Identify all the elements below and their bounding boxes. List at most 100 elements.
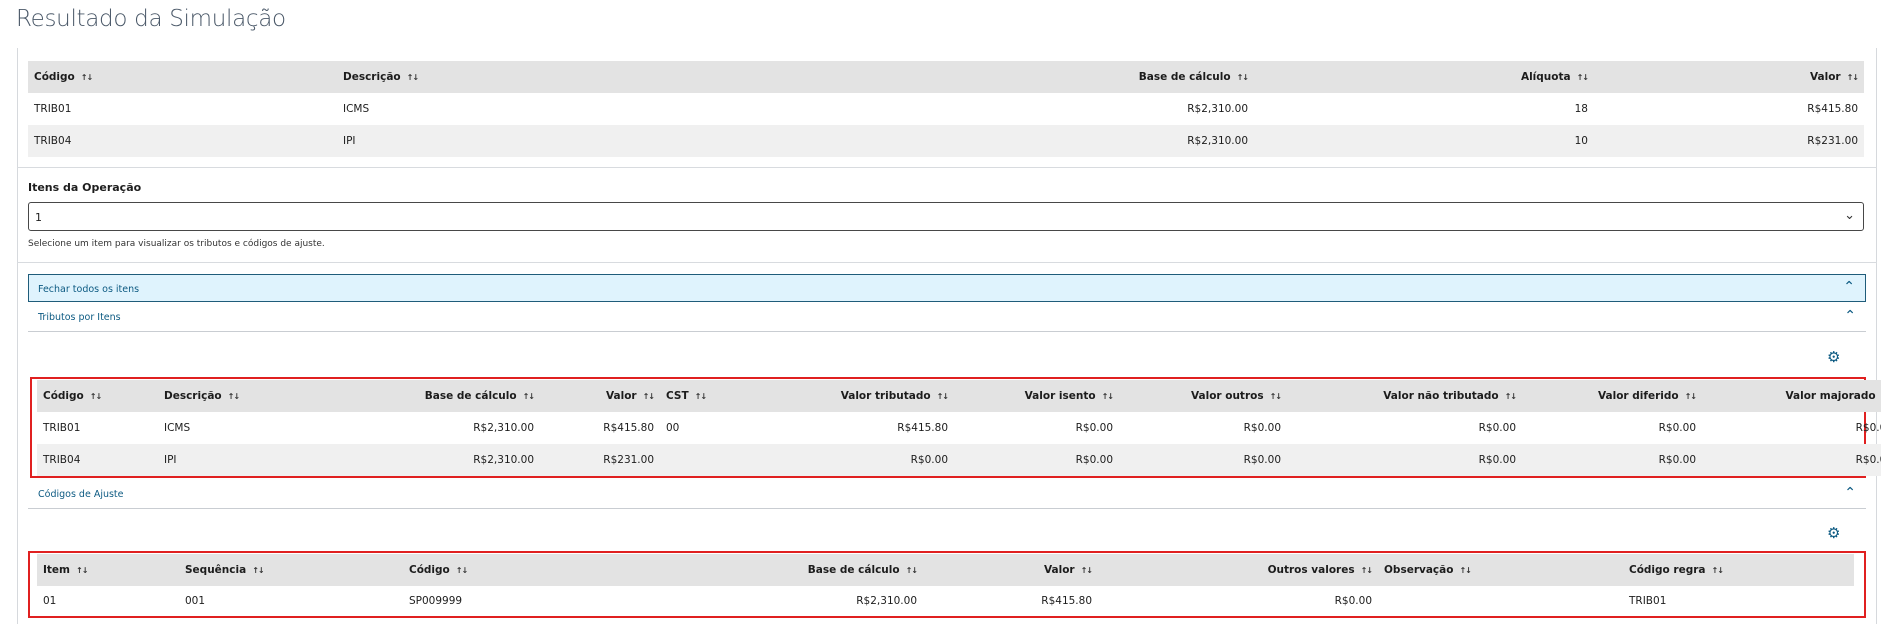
cell-codigo-regra: TRIB01 (1629, 595, 1667, 607)
sort-icon[interactable]: ↑↓ (1459, 566, 1471, 575)
sort-icon[interactable]: ↑↓ (1081, 566, 1093, 575)
cell-valor-majorado: R$0.00 (1702, 444, 1881, 476)
col-aliquota-header[interactable]: Alíquota ↑↓ (1254, 61, 1594, 93)
cell-codigo: TRIB01 (34, 103, 72, 115)
cell-base-calculo: R$2,310.00 (856, 595, 917, 607)
chevron-down-icon[interactable]: ⌄ (1844, 208, 1855, 223)
cell-valor: R$415.80 (603, 422, 654, 434)
cell-cst (660, 444, 760, 476)
col-cst-header[interactable]: CST ↑↓ (660, 380, 760, 412)
cell-aliquota: 18 (1574, 103, 1588, 115)
cell-base-calculo: R$2,310.00 (473, 422, 534, 434)
col-base-calculo-header[interactable]: Base de cálculo ↑↓ (703, 554, 923, 586)
sort-icon[interactable]: ↑↓ (407, 73, 419, 82)
cell-valor: R$231.00 (1594, 125, 1864, 157)
table-row: TRIB04 IPI R$2,310.00 R$231.00 R$0.00 R$… (37, 444, 1881, 476)
col-observacao-header[interactable]: Observação ↑↓ (1378, 554, 1623, 586)
cell-descricao: IPI (158, 444, 305, 476)
sort-icon[interactable]: ↑↓ (456, 566, 468, 575)
divider (28, 331, 1866, 332)
page-title: Resultado da Simulação (16, 6, 286, 32)
cell-valor-tributado: R$415.80 (897, 422, 948, 434)
cell-aliquota: 10 (1254, 125, 1594, 157)
close-all-label: Fechar todos os itens (38, 284, 140, 295)
gear-icon[interactable]: ⚙ (1827, 348, 1840, 366)
col-valor-outros-header[interactable]: Valor outros ↑↓ (1119, 380, 1287, 412)
cell-valor-isento: R$0.00 (954, 444, 1119, 476)
gear-icon[interactable]: ⚙ (1827, 524, 1840, 542)
chevron-up-icon[interactable]: ⌃ (1844, 485, 1856, 501)
col-descricao-header[interactable]: Descrição ↑↓ (158, 380, 305, 412)
itens-select-value: 1 (35, 211, 42, 224)
cell-descricao: ICMS (164, 422, 191, 434)
sort-icon[interactable]: ↑↓ (81, 73, 93, 82)
sort-icon[interactable]: ↑↓ (1102, 392, 1114, 401)
col-valor-diferido-header[interactable]: Valor diferido ↑↓ (1522, 380, 1702, 412)
sort-icon[interactable]: ↑↓ (643, 392, 655, 401)
itens-label: Itens da Operação (28, 181, 142, 194)
cell-descricao: ICMS (343, 103, 370, 115)
sort-icon[interactable]: ↑↓ (1712, 566, 1724, 575)
col-valor-header[interactable]: Valor ↑↓ (1594, 61, 1864, 93)
itens-helper-text: Selecione um item para visualizar os tri… (28, 239, 325, 249)
sort-icon[interactable]: ↑↓ (1237, 73, 1249, 82)
sort-icon[interactable]: ↑↓ (1577, 73, 1589, 82)
section-tributos-por-itens[interactable]: Tributos por Itens ⌃ (28, 308, 1866, 332)
divider (17, 262, 1877, 263)
col-base-calculo-header[interactable]: Base de cálculo ↑↓ (305, 380, 540, 412)
sort-icon[interactable]: ↑↓ (906, 566, 918, 575)
col-valor-isento-header[interactable]: Valor isento ↑↓ (954, 380, 1119, 412)
sort-icon[interactable]: ↑↓ (90, 392, 102, 401)
tributos-itens-table: Código ↑↓ Descrição ↑↓ Base de cálculo ↑↓ V… (37, 380, 1881, 476)
col-codigo-header[interactable]: Código ↑↓ (37, 380, 158, 412)
col-valor-tributado-header[interactable]: Valor tributado ↑↓ (760, 380, 954, 412)
cell-valor-diferido: R$0.00 (1522, 444, 1702, 476)
panel-border-left (17, 48, 18, 624)
cell-valor-isento: R$0.00 (1075, 422, 1113, 434)
sort-icon[interactable]: ↑↓ (937, 392, 949, 401)
sort-icon[interactable]: ↑↓ (1505, 392, 1517, 401)
col-valor-header[interactable]: Valor ↑↓ (923, 554, 1098, 586)
sort-icon[interactable]: ↑↓ (1361, 566, 1373, 575)
close-all-items-button[interactable]: Fechar todos os itens ⌃ (28, 274, 1866, 302)
section-label: Tributos por Itens (38, 312, 121, 323)
col-valor-header[interactable]: Valor ↑↓ (540, 380, 660, 412)
cell-valor-nao-tributado: R$0.00 (1478, 422, 1516, 434)
cell-valor-outros: R$0.00 (1119, 444, 1287, 476)
col-codigo-regra-header[interactable]: Código regra ↑↓ (1623, 554, 1854, 586)
col-valor-majorado-header[interactable]: Valor majorado↑↓ (1702, 380, 1881, 412)
double-chevron-up-icon[interactable]: ⌃ (1843, 279, 1855, 295)
col-base-calculo-header[interactable]: Base de cálculo ↑↓ (887, 61, 1254, 93)
sort-icon[interactable]: ↑↓ (695, 392, 707, 401)
col-sequencia-header[interactable]: Sequência ↑↓ (179, 554, 403, 586)
itens-select[interactable]: 1 ⌄ (28, 202, 1864, 231)
cell-valor-tributado: R$0.00 (760, 444, 954, 476)
sort-icon[interactable]: ↑↓ (76, 566, 88, 575)
cell-codigo: SP009999 (409, 595, 463, 607)
sort-icon[interactable]: ↑↓ (228, 392, 240, 401)
col-codigo-header[interactable]: Código ↑↓ (28, 61, 337, 93)
col-outros-valores-header[interactable]: Outros valores ↑↓ (1098, 554, 1378, 586)
cell-base-calculo: R$2,310.00 (305, 444, 540, 476)
table-row: TRIB01 ICMS R$2,310.00 18 R$415.80 (28, 93, 1864, 125)
section-codigos-de-ajuste[interactable]: Códigos de Ajuste ⌃ (28, 485, 1866, 509)
tributos-table: Código ↑↓ Descrição ↑↓ Base de cálculo ↑↓ A… (28, 61, 1864, 157)
sort-icon[interactable]: ↑↓ (523, 392, 535, 401)
col-valor-nao-tributado-header[interactable]: Valor não tributado ↑↓ (1287, 380, 1522, 412)
cell-descricao: IPI (337, 125, 887, 157)
cell-codigo: TRIB01 (43, 422, 81, 434)
col-codigo-header[interactable]: Código ↑↓ (403, 554, 703, 586)
cell-outros-valores: R$0.00 (1334, 595, 1372, 607)
cell-valor: R$415.80 (1041, 595, 1092, 607)
sort-icon[interactable]: ↑↓ (252, 566, 264, 575)
sort-icon[interactable]: ↑↓ (1847, 73, 1859, 82)
cell-base-calculo: R$2,310.00 (1187, 103, 1248, 115)
sort-icon[interactable]: ↑↓ (1270, 392, 1282, 401)
cell-valor-diferido: R$0.00 (1658, 422, 1696, 434)
chevron-up-icon[interactable]: ⌃ (1844, 308, 1856, 324)
sort-icon[interactable]: ↑↓ (1685, 392, 1697, 401)
cell-item: 01 (43, 595, 57, 607)
cell-base-calculo: R$2,310.00 (887, 125, 1254, 157)
col-descricao-header[interactable]: Descrição ↑↓ (337, 61, 887, 93)
col-item-header[interactable]: Item ↑↓ (37, 554, 179, 586)
